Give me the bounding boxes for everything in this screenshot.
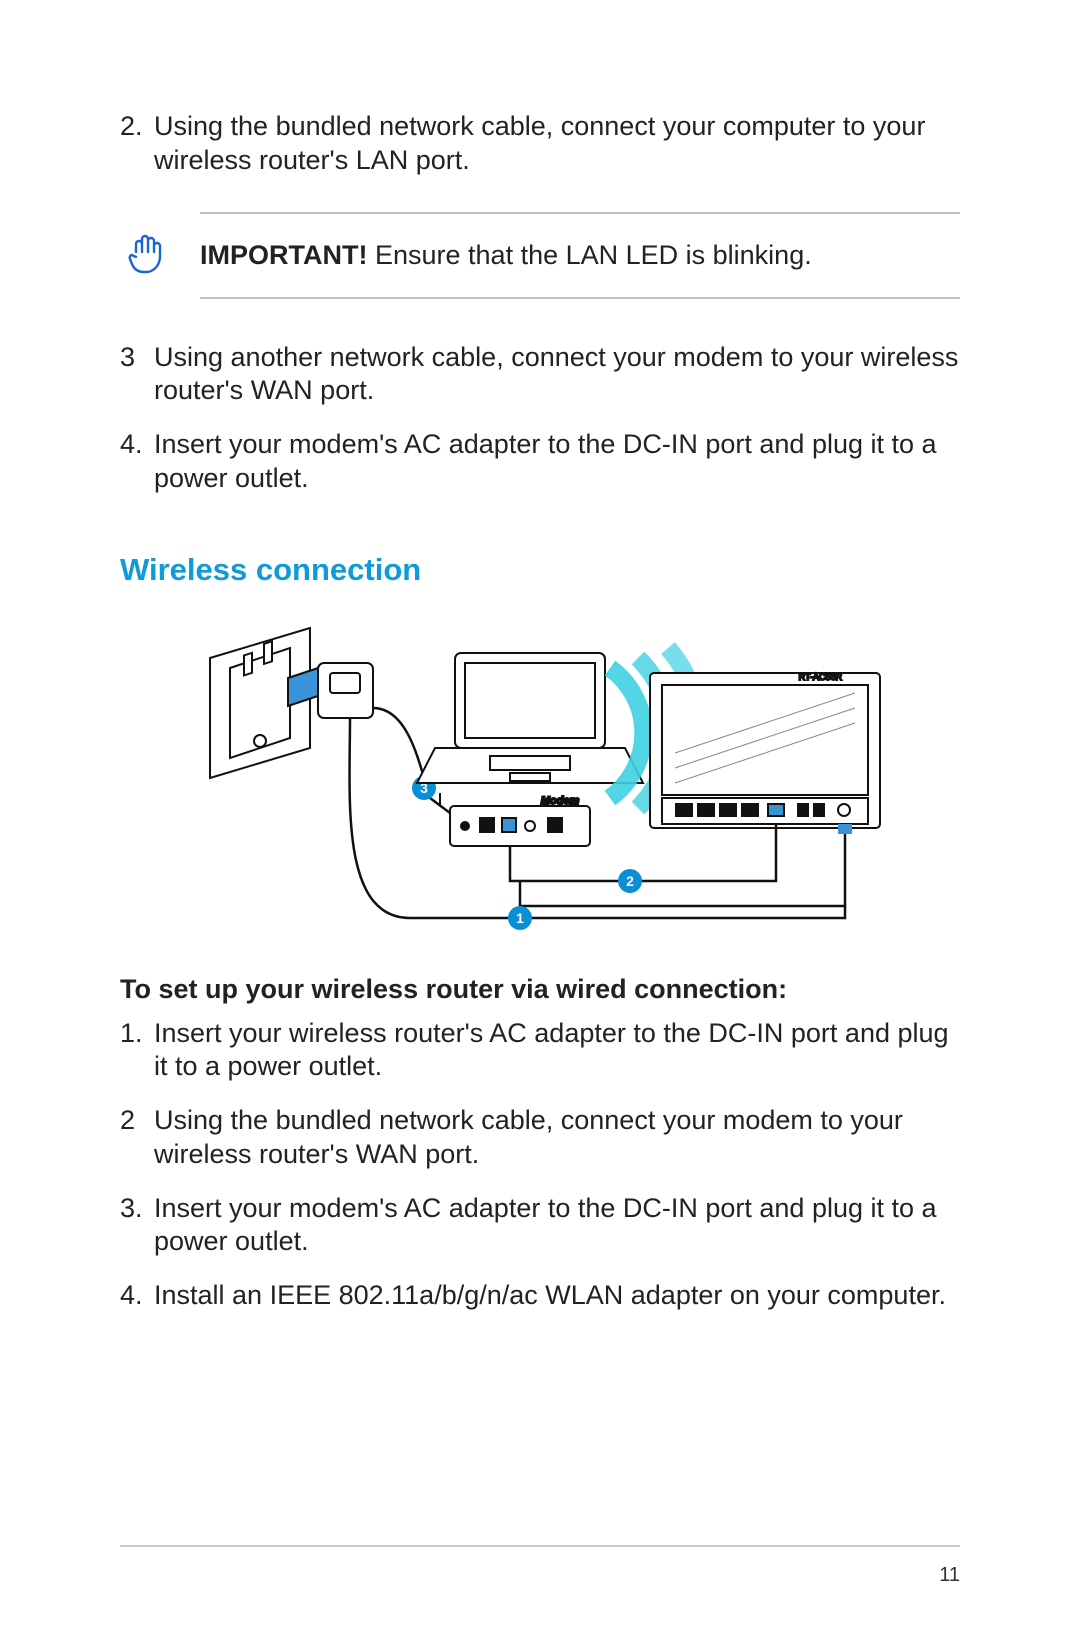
diagram-badge-1: 1	[508, 906, 532, 930]
list-item: 4. Install an IEEE 802.11a/b/g/n/ac WLAN…	[120, 1279, 960, 1313]
svg-text:1: 1	[516, 910, 524, 926]
divider	[120, 1545, 960, 1547]
callout-bold: IMPORTANT!	[200, 240, 367, 270]
list-item: 1. Insert your wireless router's AC adap…	[120, 1017, 960, 1085]
hand-stop-icon	[126, 228, 176, 283]
list-num: 3.	[120, 1192, 154, 1260]
list-item: 4. Insert your modem's AC adapter to the…	[120, 428, 960, 496]
sub-heading: To set up your wireless router via wired…	[120, 974, 960, 1005]
router-icon: RT-AC56R	[650, 672, 880, 828]
diagram-badge-2: 2	[618, 869, 642, 893]
list-item: 3 Using another network cable, connect y…	[120, 341, 960, 409]
dc-plug-icon	[838, 824, 852, 834]
list-text: Using the bundled network cable, connect…	[154, 110, 960, 178]
list-item: 2. Using the bundled network cable, conn…	[120, 110, 960, 178]
list-num: 4.	[120, 1279, 154, 1313]
list-item: 2 Using the bundled network cable, conne…	[120, 1104, 960, 1172]
list-text: Insert your wireless router's AC adapter…	[154, 1017, 960, 1085]
list-num: 4.	[120, 428, 154, 496]
list-text: Insert your modem's AC adapter to the DC…	[154, 1192, 960, 1260]
list-num: 3	[120, 341, 154, 409]
step-list-bottom: 1. Insert your wireless router's AC adap…	[120, 1017, 960, 1313]
list-num: 2	[120, 1104, 154, 1172]
svg-text:2: 2	[626, 873, 634, 889]
list-text: Insert your modem's AC adapter to the DC…	[154, 428, 960, 496]
list-num: 2.	[120, 110, 154, 178]
list-text: Using the bundled network cable, connect…	[154, 1104, 960, 1172]
callout-rest: Ensure that the LAN LED is blinking.	[367, 240, 811, 270]
svg-text:Modem: Modem	[541, 795, 580, 807]
callout-text: IMPORTANT! Ensure that the LAN LED is bl…	[200, 240, 812, 271]
list-item: 3. Insert your modem's AC adapter to the…	[120, 1192, 960, 1260]
step-list-mid: 3 Using another network cable, connect y…	[120, 341, 960, 496]
list-text: Install an IEEE 802.11a/b/g/n/ac WLAN ad…	[154, 1279, 946, 1313]
section-title: Wireless connection	[120, 552, 960, 588]
list-num: 1.	[120, 1017, 154, 1085]
list-text: Using another network cable, connect you…	[154, 341, 960, 409]
svg-text:RT-AC56R: RT-AC56R	[799, 672, 843, 682]
modem-icon: Modem	[440, 793, 590, 846]
divider	[200, 297, 960, 299]
step-list-top: 2. Using the bundled network cable, conn…	[120, 110, 960, 178]
page-number: 11	[939, 1564, 960, 1587]
connection-diagram: 3	[120, 618, 960, 948]
important-callout: IMPORTANT! Ensure that the LAN LED is bl…	[120, 212, 960, 299]
